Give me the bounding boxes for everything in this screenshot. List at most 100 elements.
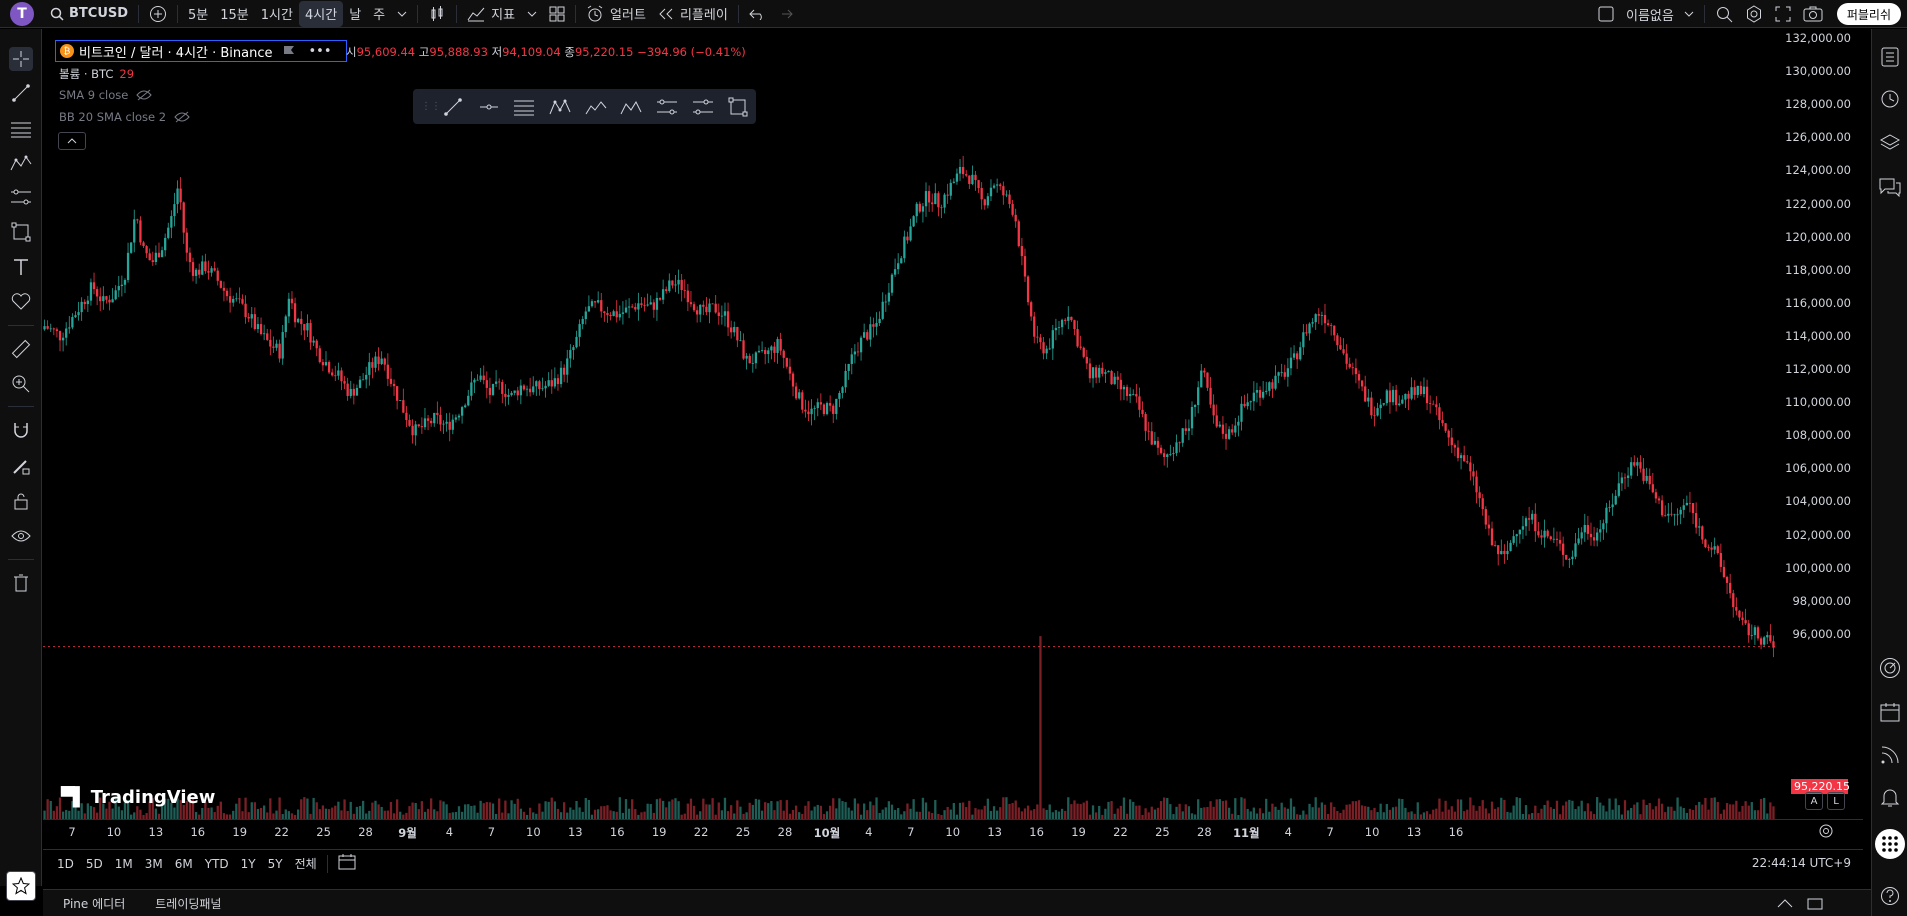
interval-15m[interactable]: 15분	[214, 0, 255, 28]
dt-fib[interactable]	[506, 89, 542, 124]
dt-pattern[interactable]	[542, 89, 578, 124]
interval-1h[interactable]: 1시간	[255, 0, 299, 28]
volume-bar	[946, 806, 949, 819]
clock-timezone[interactable]: 22:44:14 UTC+9	[1752, 856, 1851, 870]
goto-date-button[interactable]	[332, 853, 362, 874]
candle-body	[331, 372, 334, 376]
dt-rectangle[interactable]	[720, 89, 756, 124]
notifications-button[interactable]	[1878, 785, 1902, 809]
text-tool[interactable]	[9, 255, 33, 279]
indicators-button[interactable]: 지표	[461, 0, 521, 28]
dt-abc[interactable]	[613, 89, 649, 124]
eye-off-icon[interactable]	[174, 111, 190, 123]
eye-off-icon[interactable]	[136, 89, 153, 101]
dt-forecast[interactable]	[649, 89, 685, 124]
forecast-tool[interactable]	[9, 185, 33, 209]
undo-button[interactable]	[743, 0, 771, 28]
chevron-up-icon[interactable]	[1777, 898, 1793, 908]
fib-tool[interactable]	[9, 117, 33, 141]
indicators-dropdown[interactable]	[521, 0, 543, 28]
range-1m[interactable]: 1M	[109, 857, 139, 871]
range-5d[interactable]: 5D	[80, 857, 109, 871]
dt-trend-line[interactable]	[435, 89, 471, 124]
hide-drawings-tool[interactable]	[9, 524, 33, 548]
alert-button[interactable]: 얼러트	[580, 0, 652, 28]
range-3m[interactable]: 3M	[139, 857, 169, 871]
remove-drawings-tool[interactable]	[9, 571, 33, 595]
fullscreen-button[interactable]	[1769, 0, 1797, 28]
symbol-search[interactable]: BTCUSD	[44, 0, 134, 28]
volume-bar	[519, 808, 522, 819]
candle-body	[590, 301, 594, 307]
interval-5m[interactable]: 5분	[182, 0, 214, 28]
volume-bar	[1472, 805, 1475, 819]
pattern-tool[interactable]	[9, 151, 33, 175]
volume-bar	[559, 812, 563, 819]
price-chart[interactable]	[43, 29, 1863, 819]
chats-button[interactable]	[1878, 175, 1902, 199]
interval-day[interactable]: 날	[343, 0, 367, 28]
compare-button[interactable]	[143, 0, 173, 28]
favorites-button[interactable]	[6, 871, 36, 901]
interval-4h[interactable]: 4시간	[298, 0, 344, 27]
quick-search-button[interactable]	[1709, 0, 1739, 28]
interval-week[interactable]: 주	[367, 0, 391, 28]
dt-horizontal-line[interactable]	[471, 89, 507, 124]
snapshot-button[interactable]	[1797, 0, 1829, 28]
lock-drawings-tool[interactable]	[9, 489, 33, 513]
volume-bar	[1738, 811, 1741, 819]
layout-name-button[interactable]: 이름없음	[1620, 0, 1700, 28]
shape-tool[interactable]	[9, 220, 33, 244]
news-stream-button[interactable]	[1878, 743, 1902, 767]
zoom-tool[interactable]	[9, 372, 33, 396]
more-icon[interactable]: •••	[309, 44, 332, 59]
alerts-panel-button[interactable]	[1878, 87, 1902, 111]
layout-checkbox[interactable]	[1592, 0, 1620, 28]
range-5y[interactable]: 5Y	[262, 857, 289, 871]
chart-type-button[interactable]	[422, 0, 452, 28]
volume-legend[interactable]: 볼륨 · BTC 29	[59, 66, 134, 82]
range-6m[interactable]: 6M	[169, 857, 199, 871]
object-tree-button[interactable]	[1878, 131, 1902, 155]
flag-icon[interactable]	[283, 45, 295, 57]
help-button[interactable]	[1878, 884, 1902, 908]
bb-legend[interactable]: BB 20 SMA close 2	[59, 110, 190, 124]
range-ytd[interactable]: YTD	[199, 857, 235, 871]
drag-handle[interactable]: ⋮⋮	[421, 101, 441, 112]
tab-trading-panel[interactable]: 트레이딩패널	[145, 895, 231, 912]
crosshair-tool[interactable]	[9, 47, 33, 71]
maximize-icon[interactable]	[1807, 896, 1823, 912]
measure-tool[interactable]	[9, 337, 33, 361]
time-axis[interactable]: 7 10 13 16 19 22 25 28 9월 4 7 10 13 16 19 22 25 28 10월 4 7 10…	[43, 819, 1863, 843]
candle-body	[1552, 538, 1556, 540]
auto-scale-button[interactable]: A	[1805, 792, 1823, 810]
icon-tool[interactable]	[9, 290, 33, 314]
publish-button[interactable]: 퍼블리쉬	[1836, 3, 1901, 25]
replay-button[interactable]: 리플레이	[652, 0, 734, 28]
calendar-button[interactable]	[1878, 700, 1902, 724]
price-axis[interactable]: 132,000.00 130,000.00 128,000.00 126,000.00…	[1785, 29, 1863, 843]
range-1y[interactable]: 1Y	[235, 857, 262, 871]
log-scale-button[interactable]: L	[1827, 792, 1845, 810]
trend-line-tool[interactable]	[9, 81, 33, 105]
products-button[interactable]	[1875, 829, 1905, 859]
volume-bar	[841, 801, 844, 819]
layouts-button[interactable]	[543, 0, 571, 28]
hotlists-button[interactable]	[1878, 656, 1902, 680]
sma-legend[interactable]: SMA 9 close	[59, 88, 153, 102]
tab-pine-editor[interactable]: Pine 에디터	[53, 895, 135, 912]
settings-button[interactable]	[1739, 0, 1769, 28]
user-avatar[interactable]: T	[10, 1, 34, 26]
dt-projection[interactable]	[685, 89, 721, 124]
interval-dropdown[interactable]	[391, 0, 413, 28]
redo-button[interactable]	[771, 0, 799, 28]
range-1d[interactable]: 1D	[51, 857, 80, 871]
range-all[interactable]: 전체	[289, 855, 323, 872]
dt-elliott[interactable]	[578, 89, 614, 124]
collapse-legend-button[interactable]	[58, 132, 86, 150]
stay-in-drawing-tool[interactable]	[9, 454, 33, 478]
settings-gear-icon[interactable]	[1818, 823, 1834, 839]
symbol-legend[interactable]: ₿ 비트코인 / 달러 · 4시간 · Binance •••	[55, 40, 347, 62]
magnet-tool[interactable]	[9, 418, 33, 442]
watchlist-button[interactable]	[1878, 45, 1902, 69]
